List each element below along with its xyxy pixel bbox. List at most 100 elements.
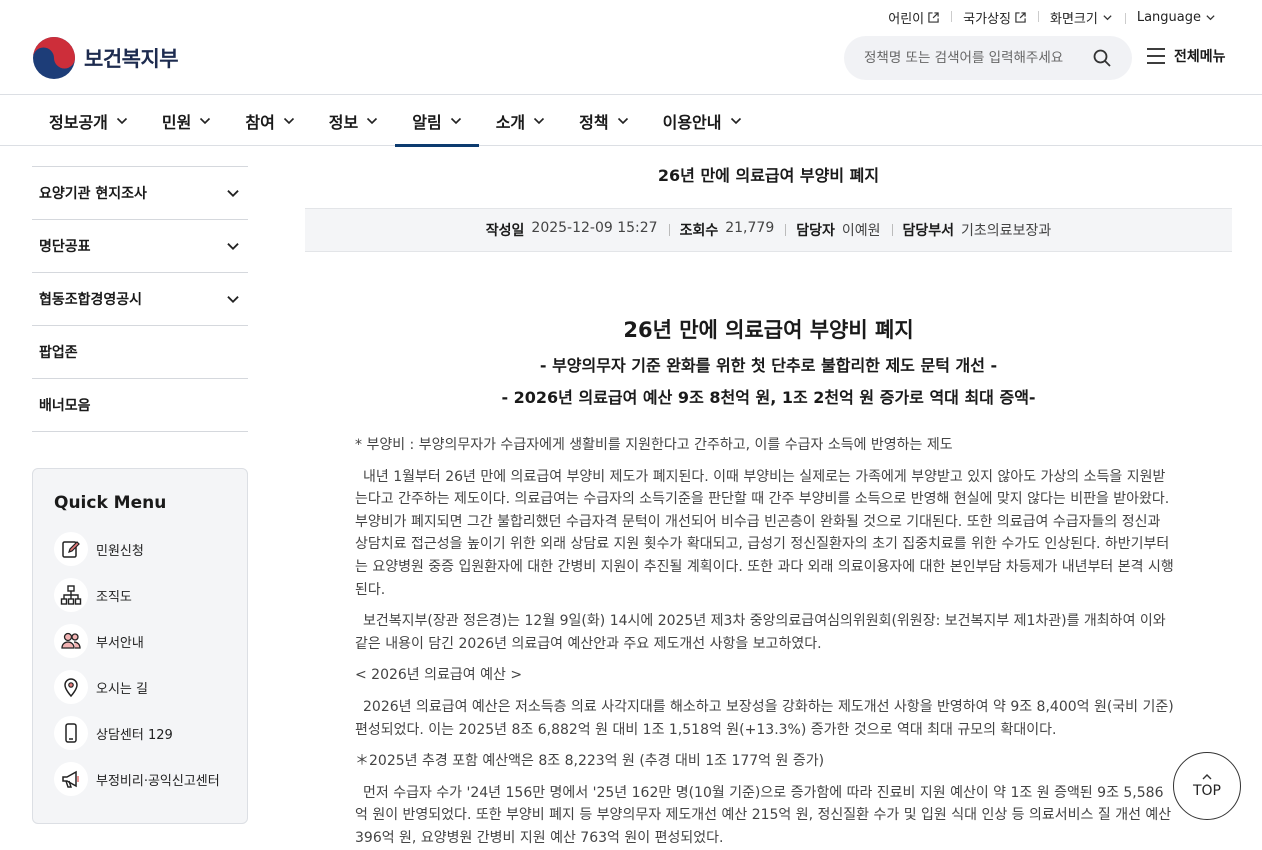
national-symbols-label: 국가상징 <box>963 12 1011 27</box>
chevron-down-icon <box>227 242 239 250</box>
edit-icon <box>54 532 88 566</box>
language-dropdown[interactable]: Language <box>1124 10 1228 25</box>
article-note: ＊2025년 추경 포함 예산액은 8조 8,223억 원 (추경 대비 1조 … <box>355 753 825 770</box>
gnb-item-label: 정보공개 <box>49 112 108 132</box>
date-label: 작성일 <box>485 223 525 239</box>
kids-link-label: 어린이 <box>888 12 925 27</box>
gnb-item-label: 정책 <box>579 112 609 132</box>
chevron-down-icon <box>116 117 127 124</box>
side-nav-item[interactable]: 협동조합경영공시 <box>32 273 248 326</box>
chevron-down-icon <box>227 295 239 303</box>
utility-bar: 어린이 국가상징 화면크기 Language <box>0 0 1262 32</box>
side-nav-item[interactable]: 요양기관 현지조사 <box>32 167 248 220</box>
post-meta: 작성일 2025-12-09 15:27 조회수 21,779 담당자 이예원 담당부… <box>305 208 1232 252</box>
all-menu-label: 전체메뉴 <box>1174 49 1226 65</box>
quick-menu-item-label: 부서안내 <box>96 635 144 651</box>
scroll-top-label: TOP <box>1192 783 1221 799</box>
gnb-item-label: 이용안내 <box>662 112 722 132</box>
taegeuk-logo-icon <box>33 37 75 79</box>
dept-value: 기초의료보장과 <box>961 223 1052 239</box>
chevron-down-icon <box>200 117 211 124</box>
article-paragraph: 먼저 수급자 수가 '24년 156만 명에서 '25년 162만 명(10월 … <box>355 784 1172 846</box>
chevron-down-icon <box>617 117 628 124</box>
side-nav-item-label: 요양기관 현지조사 <box>39 186 147 202</box>
article-section-heading: < 2026년 의료급여 예산 > <box>355 667 523 684</box>
search-icon[interactable] <box>1092 48 1112 68</box>
gnb-item-label: 소개 <box>495 112 526 132</box>
gnb-item-label: 정보 <box>328 112 359 132</box>
quick-menu-item[interactable]: 부서안내 <box>54 618 227 664</box>
chevron-down-icon <box>450 117 461 124</box>
people-icon <box>54 624 88 658</box>
quick-menu-item[interactable]: 부정비리·공익신고센터 <box>54 756 227 802</box>
screen-size-dropdown[interactable]: 화면크기 <box>1038 8 1125 27</box>
author-label: 담당자 <box>796 223 835 239</box>
article-body: * 부양비 : 부양의무자가 수급자에게 생활비를 지원한다고 간주하고, 이를… <box>355 434 1175 850</box>
chevron-down-icon <box>1206 15 1215 21</box>
gnb-item[interactable]: 참여 <box>228 95 311 146</box>
views-label: 조회수 <box>679 223 719 239</box>
quick-menu: Quick Menu 민원신청 조직도 부서안내 오시는 길 상담센터 129 부정비리·… <box>32 468 248 824</box>
side-nav-item-label: 팝업존 <box>39 345 78 361</box>
quick-menu-item[interactable]: 민원신청 <box>54 526 227 572</box>
chevron-up-icon <box>1202 774 1212 780</box>
all-menu-button[interactable]: 전체메뉴 <box>1146 46 1226 66</box>
article-paragraph: 2026년 의료급여 예산은 저소득층 의료 사각지대를 해소하고 보장성을 강… <box>355 698 1174 738</box>
gnb-item[interactable]: 정보 <box>312 95 395 146</box>
quick-menu-item-label: 부정비리·공익신고센터 <box>96 773 220 789</box>
megaphone-icon <box>54 762 88 796</box>
quick-menu-item[interactable]: 오시는 길 <box>54 664 227 710</box>
date-value: 2025-12-09 15:27 <box>531 220 658 236</box>
article-paragraph: 내년 1월부터 26년 만에 의료급여 부양비 제도가 폐지된다. 이때 부양비… <box>355 468 1174 598</box>
author-value: 이예원 <box>841 223 881 239</box>
chevron-down-icon <box>730 117 741 124</box>
national-symbols-link[interactable]: 국가상징 <box>951 8 1038 27</box>
side-nav-item-label: 배너모음 <box>39 398 91 414</box>
article-header: 26년 만에 의료급여 부양비 폐지 - 부양의무자 기준 완화를 위한 첫 단… <box>305 300 1232 408</box>
gnb-item[interactable]: 정책 <box>562 95 645 146</box>
views-value: 21,779 <box>725 220 775 236</box>
chevron-down-icon <box>367 117 378 124</box>
side-nav-item-partial[interactable] <box>32 146 248 167</box>
phone-icon <box>54 716 88 750</box>
gnb-item[interactable]: 알림 <box>395 95 480 147</box>
article-subhead-1: - 부양의무자 기준 완화를 위한 첫 단추로 불합리한 제도 문턱 개선 - <box>539 356 998 375</box>
global-nav: 정보공개 민원 참여 정보 알림 소개 정책 이용안내 <box>0 94 1262 147</box>
site-logo[interactable]: 보건복지부 <box>32 36 179 80</box>
quick-menu-item[interactable]: 상담센터 129 <box>54 710 227 756</box>
quick-menu-item-label: 오시는 길 <box>96 681 148 697</box>
dept-label: 담당부서 <box>902 223 955 239</box>
hamburger-icon <box>1147 48 1165 64</box>
article-headline: 26년 만에 의료급여 부양비 폐지 <box>623 318 914 342</box>
kids-link[interactable]: 어린이 <box>876 8 951 27</box>
quick-menu-item[interactable]: 조직도 <box>54 572 227 618</box>
side-nav-item-label: 협동조합경영공시 <box>39 292 143 308</box>
gnb-item-label: 민원 <box>161 112 192 132</box>
gnb-item-label: 참여 <box>245 112 275 132</box>
logo-text: 보건복지부 <box>84 47 179 71</box>
search-box <box>844 36 1132 80</box>
gnb-item[interactable]: 정보공개 <box>32 95 145 146</box>
article-subhead-2: - 2026년 의료급여 예산 9조 8천억 원, 1조 2천억 원 증가로 역… <box>501 388 1036 407</box>
quick-menu-item-label: 조직도 <box>96 589 132 605</box>
quick-menu-item-label: 민원신청 <box>96 543 144 559</box>
gnb-item[interactable]: 민원 <box>145 95 228 146</box>
scroll-top-button[interactable]: TOP <box>1173 752 1241 820</box>
chevron-down-icon <box>283 117 294 124</box>
side-nav-item[interactable]: 명단공표 <box>32 220 248 273</box>
chevron-down-icon <box>1103 15 1112 21</box>
gnb-item-label: 알림 <box>412 112 442 132</box>
side-nav: 요양기관 현지조사명단공표협동조합경영공시팝업존배너모음 <box>32 146 248 432</box>
chevron-down-icon <box>227 189 239 197</box>
search-input[interactable] <box>864 50 1084 66</box>
side-nav-item[interactable]: 팝업존 <box>32 326 248 379</box>
gnb-item[interactable]: 소개 <box>479 95 562 146</box>
chevron-down-icon <box>534 117 545 124</box>
post-title: 26년 만에 의료급여 부양비 폐지 <box>657 166 880 185</box>
article-paragraph: 보건복지부(장관 정은경)는 12월 9일(화) 14시에 2025년 제3차 … <box>355 613 1166 652</box>
gnb-item[interactable]: 이용안내 <box>646 95 759 146</box>
external-link-icon <box>1015 12 1026 23</box>
screen-size-label: 화면크기 <box>1050 12 1098 27</box>
location-pin-icon <box>54 670 88 704</box>
side-nav-item[interactable]: 배너모음 <box>32 379 248 432</box>
